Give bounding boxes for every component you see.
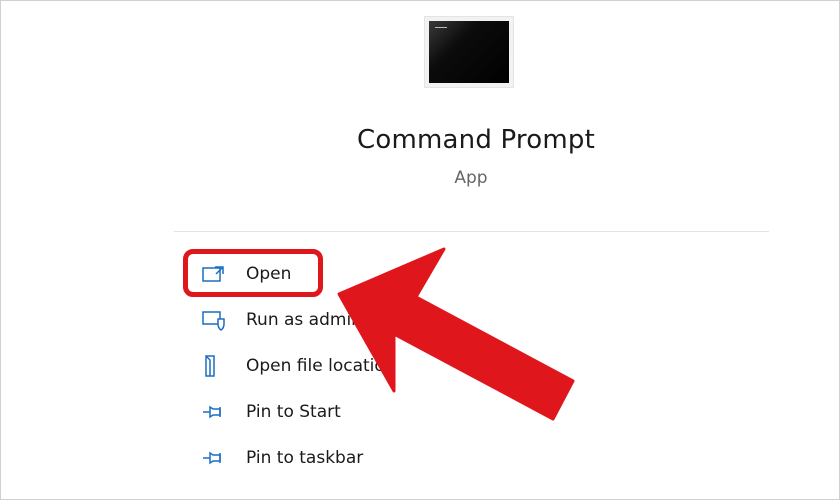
command-prompt-icon[interactable] xyxy=(424,16,514,88)
shield-admin-icon xyxy=(201,308,231,332)
menu-item-pin-to-start[interactable]: Pin to Start xyxy=(201,389,561,435)
command-prompt-icon-screen xyxy=(429,21,509,83)
pin-icon xyxy=(201,446,231,470)
app-type-label: App xyxy=(454,168,488,188)
folder-icon xyxy=(201,354,231,378)
menu-item-run-as-administrator[interactable]: Run as administrator xyxy=(201,297,561,343)
menu-item-label: Open file location xyxy=(246,356,396,376)
app-title: Command Prompt xyxy=(357,125,595,155)
menu-item-label: Pin to taskbar xyxy=(246,448,364,468)
menu-item-label: Run as administrator xyxy=(246,310,424,330)
prompt-glyph xyxy=(435,27,447,32)
menu-item-label: Pin to Start xyxy=(246,402,341,422)
start-menu-app-panel: Command Prompt App Open Run as administr… xyxy=(0,0,840,500)
menu-item-pin-to-taskbar[interactable]: Pin to taskbar xyxy=(201,435,561,481)
highlight-box-annotation xyxy=(183,249,323,297)
divider xyxy=(174,231,769,232)
pin-icon xyxy=(201,400,231,424)
menu-item-open-file-location[interactable]: Open file location xyxy=(201,343,561,389)
